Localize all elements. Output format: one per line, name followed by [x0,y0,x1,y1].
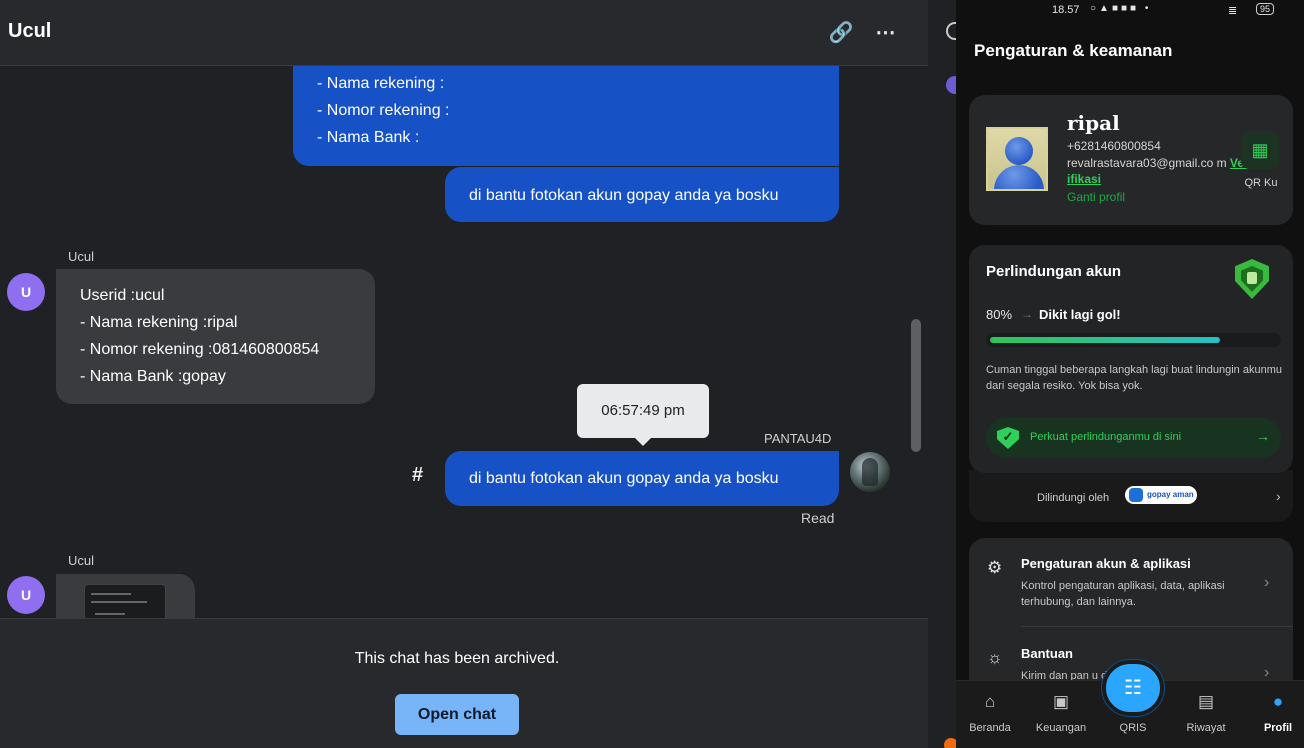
search-icon[interactable] [946,22,956,40]
scrollbar[interactable] [911,319,921,452]
protection-description: Cuman tinggal beberapa langkah lagi buat… [986,364,1282,392]
message-line: - Nomor rekening :081460800854 [80,341,320,358]
history-icon: ▤ [1197,692,1215,711]
nav-label: Riwayat [1186,722,1226,734]
chat-panel: Ucul 🔗 ⋯ - Nama rekening : - Nomor reken… [0,0,928,748]
signal-icon: ≣ [1228,5,1238,17]
change-profile-link[interactable]: Ganti profil [1067,190,1125,204]
account-protection-card: Perlindungan akun 80% → Dikit lagi gol! … [969,245,1293,473]
settings-item-desc: Kontrol pengaturan aplikasi, data, aplik… [1021,580,1225,608]
message-line: - Nomor rekening : [317,102,450,119]
person-icon: ● [1272,692,1284,711]
battery-icon: 95 [1256,3,1275,15]
protection-progress-bar [986,333,1281,347]
nav-profil[interactable]: ● Profil [1246,681,1304,748]
nav-riwayat[interactable]: ▤ Riwayat [1174,681,1238,748]
status-time: 18.57 [1052,4,1080,16]
wallet-icon: ▣ [1052,692,1070,711]
nav-label: QRIS [1119,722,1147,734]
notification-icons: ○▲■■■ • [1090,3,1152,14]
nav-beranda[interactable]: ⌂ Beranda [958,681,1022,748]
page-title: Pengaturan & keamanan [974,41,1173,60]
settings-item-title: Bantuan [1021,646,1073,661]
nav-label: Beranda [969,722,1011,734]
shield-icon [1235,259,1269,299]
protection-title: Perlindungan akun [986,263,1122,280]
avatar[interactable]: U [7,576,45,614]
gear-icon: ⚙ [987,558,1003,577]
nav-keuangan[interactable]: ▣ Keuangan [1029,681,1093,748]
gopay-aman-logo: gopay aman [1125,486,1197,504]
sender-name: Ucul [68,249,95,264]
protection-percent: 80% [986,307,1013,322]
protected-by-bar[interactable]: Dilindungi oleh gopay aman › [969,470,1293,522]
sender-name: PANTAU4D [764,431,832,446]
profile-name: ripal [1067,111,1120,135]
message-text: di bantu fotokan akun gopay anda ya bosk… [469,187,779,204]
qris-scan-icon[interactable]: ☷ [1102,660,1164,716]
message-line: - Nama Bank : [317,129,420,146]
message-bubble-image[interactable] [56,574,195,618]
timestamp-tooltip: 06:57:49 pm [577,384,709,446]
message-line: Userid :ucul [80,287,165,304]
home-icon: ⌂ [984,692,996,711]
sender-name: Ucul [68,553,95,568]
protection-progress-fill [990,337,1220,343]
profile-email-text: revalrastavara03@gmail.co m [1067,156,1227,170]
help-icon: ☼ [987,648,1003,667]
avatar[interactable] [946,76,956,94]
message-line: - Nama Bank :gopay [80,368,226,385]
shield-check-icon: ✓ [997,427,1019,449]
message-text: di bantu fotokan akun gopay anda ya bosk… [469,470,779,487]
status-bar: 18.57 ○▲■■■ • ≣ 95 [956,0,1304,20]
strengthen-protection-button[interactable]: ✓ Perkuat perlindunganmu di sini → [986,418,1281,458]
message-line: - Nama rekening :ripal [80,314,238,331]
message-line: - Nama rekening : [317,75,445,92]
hash-icon[interactable]: # [412,464,423,487]
phone-screenshot: 18.57 ○▲■■■ • ≣ 95 Pengaturan & keamanan… [956,0,1304,748]
profile-photo [986,127,1048,191]
settings-item-title: Pengaturan akun & aplikasi [1021,556,1191,571]
nav-label: Profil [1263,722,1293,734]
message-bubble-outgoing[interactable]: - Nama rekening : - Nomor rekening : - N… [293,66,839,166]
image-thumbnail[interactable] [84,584,166,618]
message-bubble-incoming[interactable]: Userid :ucul - Nama rekening :ripal - No… [56,269,375,404]
qr-label: QR Ku [1244,177,1278,189]
archived-notice: This chat has been archived. [354,650,560,667]
protected-by-label: Dilindungi oleh [1037,492,1110,504]
cta-label: Perkuat perlindunganmu di sini [1030,431,1182,443]
arrow-right-icon: → [1256,428,1270,444]
nav-label: Keuangan [1035,722,1087,734]
protection-status: Dikit lagi gol! [1039,307,1121,322]
chat-header: Ucul 🔗 ⋯ [0,0,928,66]
chat-title: Ucul [8,20,52,42]
profile-card[interactable]: ripal +6281460800854 revalrastavara03@gm… [969,95,1293,225]
open-chat-button[interactable]: Open chat [395,694,519,735]
avatar[interactable]: U [7,273,45,311]
profile-email: revalrastavara03@gmail.co m Verifikasi [1067,155,1249,187]
link-icon[interactable]: 🔗 [826,18,856,48]
more-icon[interactable]: ⋯ [871,18,901,48]
qr-icon[interactable]: ▦ [1241,131,1279,169]
arrow-right-icon: → [1021,307,1033,321]
message-bubble-outgoing[interactable]: di bantu fotokan akun gopay anda ya bosk… [445,451,839,506]
chevron-right-icon: › [1276,488,1281,504]
profile-phone: +6281460800854 [1067,139,1161,153]
read-receipt: Read [801,510,835,526]
archive-bar: This chat has been archived. Open chat [0,618,928,748]
message-list[interactable]: - Nama rekening : - Nomor rekening : - N… [0,66,928,618]
panel-divider [928,0,958,748]
screen: Ucul 🔗 ⋯ - Nama rekening : - Nomor reken… [0,0,1304,748]
divider [1021,626,1293,627]
chevron-right-icon: › [1264,574,1270,591]
avatar[interactable] [850,452,890,492]
message-bubble-outgoing[interactable]: di bantu fotokan akun gopay anda ya bosk… [445,167,839,222]
